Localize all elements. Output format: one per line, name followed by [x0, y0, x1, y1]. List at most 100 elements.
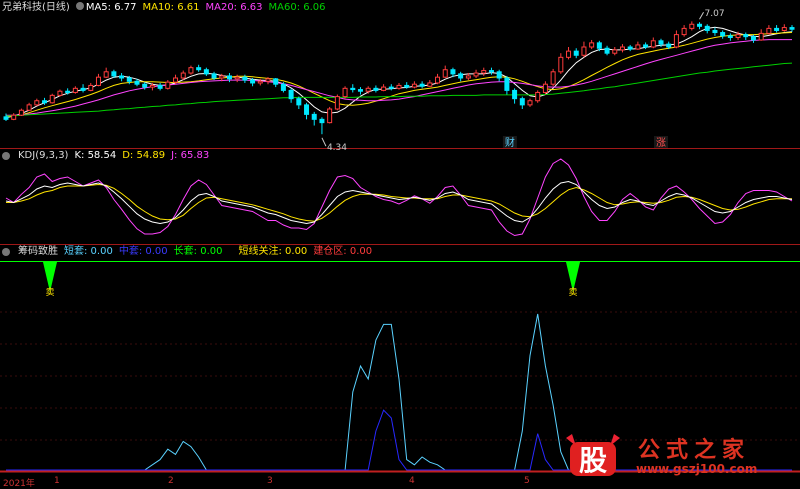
candle-body	[34, 100, 40, 106]
settings-dot-icon[interactable]	[75, 2, 84, 10]
candle-body	[111, 71, 117, 77]
candle-body	[18, 109, 24, 116]
watermark-logo-char: 股	[579, 444, 607, 477]
candle-body	[442, 69, 448, 78]
candle-body	[758, 32, 764, 41]
candle-body	[720, 32, 726, 37]
candle-body	[596, 42, 602, 49]
candle-body	[619, 46, 625, 51]
kdj-panel-header: KDJ(9,3,3) K: 58.54 D: 54.89 J: 65.83	[2, 149, 209, 163]
candle-body	[658, 40, 664, 45]
candle-body	[697, 23, 703, 27]
candle-body	[211, 73, 217, 79]
date-axis-tick: 2	[168, 476, 174, 486]
settings-dot-icon[interactable]	[2, 152, 10, 160]
candle-body	[188, 67, 194, 74]
candle-body	[781, 27, 787, 31]
candle-body	[203, 69, 209, 75]
candle-body	[704, 25, 710, 31]
candle-body	[789, 27, 795, 30]
candle-body	[527, 100, 533, 106]
candle-body	[750, 36, 756, 41]
candle-body	[265, 78, 271, 82]
candle-body	[304, 104, 310, 115]
candle-body	[173, 77, 179, 83]
finance-event-marker: 财	[505, 136, 515, 149]
candle-body	[419, 83, 425, 87]
candle-body	[635, 44, 641, 50]
candle-body	[381, 86, 387, 91]
j-value: J: 65.83	[171, 150, 210, 161]
candle-body	[342, 87, 348, 98]
candle-body	[3, 116, 9, 120]
mid-trap-value: 中套: 0.00	[118, 246, 168, 257]
watermark-logo: 股	[566, 434, 620, 477]
candle-body	[226, 75, 232, 80]
short-focus-value: 短线关注: 0.00	[238, 246, 308, 257]
candle-body	[566, 50, 572, 58]
candle-body	[496, 71, 502, 79]
kdj-title: KDJ(9,3,3)	[18, 150, 69, 161]
price-panel-header: 兄弟科技(日线) MA5: 6.77 MA10: 6.61 MA20: 6.63…	[2, 1, 326, 15]
candle-body	[280, 83, 286, 91]
candle-body	[643, 44, 649, 48]
low-price-label-pointer	[321, 137, 327, 147]
long-trap-value: 长套: 0.00	[173, 246, 223, 257]
watermark-title: 公式之家	[638, 437, 751, 463]
watermark: 股 公式之家 www.gszj100.com	[562, 432, 792, 482]
candle-body	[388, 86, 394, 89]
candle-body	[458, 73, 464, 79]
candle-body	[542, 83, 548, 93]
watermark-url: www.gszj100.com	[636, 462, 758, 476]
indicator-title: 筹码致胜	[18, 246, 58, 257]
candle-body	[57, 90, 63, 96]
candle-body	[288, 89, 294, 100]
candle-body	[766, 27, 772, 34]
candle-body	[573, 50, 579, 56]
candle-body	[350, 87, 356, 91]
candle-body	[681, 27, 687, 36]
candle-body	[42, 100, 48, 104]
candle-body	[519, 98, 525, 106]
candle-body	[743, 34, 749, 38]
candle-body	[311, 113, 317, 120]
candle-body	[319, 118, 325, 124]
candle-body	[219, 75, 225, 79]
candle-body	[774, 27, 780, 31]
candle-body	[88, 84, 94, 91]
build-zone-value: 建仓区: 0.00	[313, 246, 373, 257]
candle-body	[727, 35, 733, 38]
candle-body	[427, 82, 433, 87]
candle-body	[411, 83, 417, 88]
candle-body	[95, 76, 101, 86]
short-trap-value: 短套: 0.00	[64, 246, 113, 257]
sell-signal-label: 卖	[45, 287, 54, 298]
ma20-label: MA20: 6.63	[205, 2, 263, 13]
high-price-label-pointer	[699, 11, 704, 20]
ma60-label: MA60: 6.06	[268, 2, 326, 13]
candle-body	[673, 34, 679, 48]
candle-body	[296, 98, 302, 106]
candle-body	[11, 114, 17, 120]
date-axis-year: 2021年	[3, 479, 35, 489]
candle-body	[119, 75, 125, 79]
date-axis-tick: 5	[524, 476, 530, 486]
settings-dot-icon[interactable]	[2, 248, 10, 256]
candle-body	[165, 81, 171, 89]
candle-body	[134, 80, 140, 85]
candle-body	[327, 108, 333, 124]
candle-body	[435, 76, 441, 84]
candle-body	[612, 49, 618, 54]
high-price-label: 7.07	[705, 9, 725, 19]
candle-body	[365, 87, 371, 92]
candle-body	[735, 34, 741, 38]
candle-body	[396, 84, 402, 89]
candle-body	[650, 40, 656, 48]
candle-body	[481, 70, 487, 74]
candle-body	[404, 84, 410, 88]
candle-body	[589, 42, 595, 48]
candle-body	[627, 46, 633, 50]
candle-body	[49, 94, 55, 104]
candle-body	[250, 79, 256, 84]
d-value: D: 54.89	[122, 150, 166, 161]
